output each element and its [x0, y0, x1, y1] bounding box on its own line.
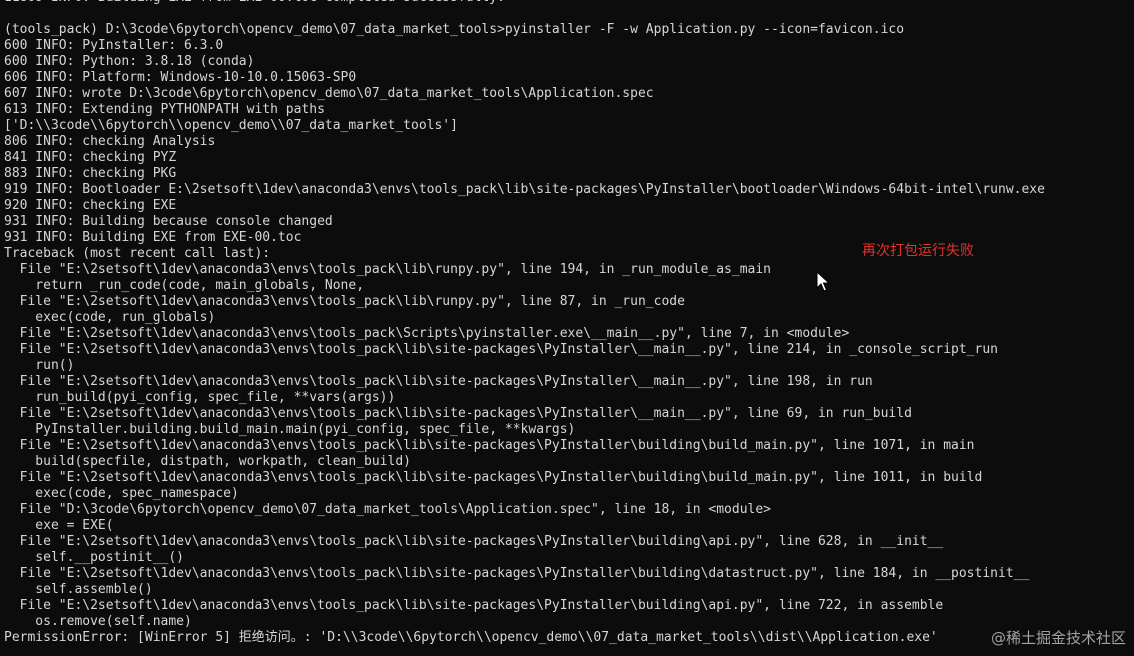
console-line: (tools_pack) D:\3code\6pytorch\opencv_de… [4, 22, 905, 37]
console-line: File "E:\2setsoft\1dev\anaconda3\envs\to… [4, 534, 944, 549]
console-line: File "E:\2setsoft\1dev\anaconda3\envs\to… [4, 262, 772, 277]
console-line: PermissionError: [WinError 5] 拒绝访问。: 'D:… [4, 630, 938, 645]
annotation-label: 再次打包运行失败 [862, 243, 974, 259]
console-line: self.__postinit__() [4, 550, 185, 565]
console-line: File "E:\2setsoft\1dev\anaconda3\envs\to… [4, 294, 685, 309]
console-line: os.remove(self.name) [4, 614, 192, 629]
console-line: 806 INFO: checking Analysis [4, 134, 216, 149]
console-line: 919 INFO: Bootloader E:\2setsoft\1dev\an… [4, 182, 1045, 197]
console-line: File "E:\2setsoft\1dev\anaconda3\envs\to… [4, 374, 873, 389]
console-line: self.assemble() [4, 582, 153, 597]
console-line: File "E:\2setsoft\1dev\anaconda3\envs\to… [4, 598, 944, 613]
console-line: ['D:\\3code\\6pytorch\\opencv_demo\\07_d… [4, 118, 458, 133]
console-line: return _run_code(code, main_globals, Non… [4, 278, 365, 293]
console-line: File "E:\2setsoft\1dev\anaconda3\envs\to… [4, 566, 1030, 581]
console-line: 613 INFO: Extending PYTHONPATH with path… [4, 102, 325, 117]
console-line: run_build(pyi_config, spec_file, **vars(… [4, 390, 396, 405]
console-line: File "E:\2setsoft\1dev\anaconda3\envs\to… [4, 342, 998, 357]
console-line: 883 INFO: checking PKG [4, 166, 177, 181]
mouse-pointer-icon [816, 271, 830, 292]
console-window[interactable]: 11809 INFO: Building EXE from EXE-00.toc… [0, 0, 1134, 656]
console-output: 11809 INFO: Building EXE from EXE-00.toc… [4, 0, 1134, 646]
console-line: File "E:\2setsoft\1dev\anaconda3\envs\to… [4, 470, 983, 485]
console-line: File "E:\2setsoft\1dev\anaconda3\envs\to… [4, 438, 975, 453]
console-line: 841 INFO: checking PYZ [4, 150, 177, 165]
console-line: exec(code, spec_namespace) [4, 486, 239, 501]
console-line: File "E:\2setsoft\1dev\anaconda3\envs\to… [4, 406, 912, 421]
console-line: 600 INFO: PyInstaller: 6.3.0 [4, 38, 224, 53]
console-line: exec(code, run_globals) [4, 310, 216, 325]
console-line: 600 INFO: Python: 3.8.18 (conda) [4, 54, 255, 69]
console-line: PyInstaller.building.build_main.main(pyi… [4, 422, 576, 437]
watermark: @稀土掘金技术社区 [990, 629, 1126, 647]
console-line: 931 INFO: Building because console chang… [4, 214, 333, 229]
console-line: run() [4, 358, 75, 373]
console-line: exe = EXE( [4, 518, 114, 533]
console-line: 607 INFO: wrote D:\3code\6pytorch\opencv… [4, 86, 654, 101]
console-line: File "E:\2setsoft\1dev\anaconda3\envs\to… [4, 326, 850, 341]
console-line: File "D:\3code\6pytorch\opencv_demo\07_d… [4, 502, 772, 517]
console-line: 606 INFO: Platform: Windows-10-10.0.1506… [4, 70, 357, 85]
console-line: 920 INFO: checking EXE [4, 198, 177, 213]
console-line: build(specfile, distpath, workpath, clea… [4, 454, 411, 469]
